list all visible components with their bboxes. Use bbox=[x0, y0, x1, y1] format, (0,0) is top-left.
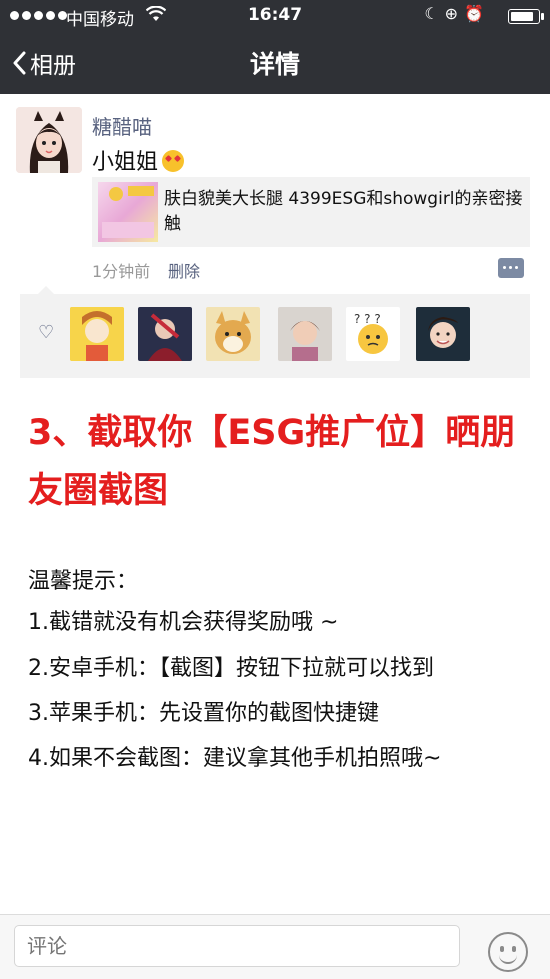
instruction-headline: 3、截取你【ESG推广位】晒朋友圈截图 bbox=[28, 413, 516, 511]
moon-icon: ☾ bbox=[424, 4, 445, 23]
post-username[interactable]: 糖醋喵 bbox=[92, 111, 152, 140]
heart-eyes-emoji-icon bbox=[162, 150, 185, 172]
battery-fill bbox=[511, 12, 533, 21]
avatar[interactable] bbox=[16, 107, 82, 173]
like-avatar-4[interactable] bbox=[278, 307, 332, 361]
delete-button[interactable]: 删除 bbox=[168, 258, 200, 282]
comment-bar bbox=[0, 914, 550, 979]
shared-link-card[interactable]: 肤白貌美大长腿 4399ESG和showgirl的亲密接触 bbox=[92, 177, 530, 247]
like-avatar-1[interactable] bbox=[70, 307, 124, 361]
post-time: 1分钟前 bbox=[92, 262, 151, 281]
post-text: 小姐姐 bbox=[92, 144, 185, 176]
like-avatar-3[interactable] bbox=[206, 307, 260, 361]
rotation-lock-icon: ⊕ bbox=[444, 4, 465, 23]
status-icons: ☾⊕⏰ bbox=[424, 4, 490, 23]
status-bar: 中国移动 16:47 ☾⊕⏰ bbox=[0, 0, 550, 32]
tip-item: 4.如果不会截图：建议拿其他手机拍照哦~ bbox=[28, 746, 442, 771]
emoji-icon[interactable] bbox=[488, 932, 528, 972]
tip-item: 1.截错就没有机会获得奖励哦 ~ bbox=[28, 610, 339, 635]
link-title: 肤白貌美大长腿 4399ESG和showgirl的亲密接触 bbox=[164, 189, 523, 234]
heart-icon: ♡ bbox=[38, 322, 55, 343]
post-text-content: 小姐姐 bbox=[92, 150, 159, 175]
nav-bar: 相册 详情 bbox=[0, 32, 550, 94]
alarm-icon: ⏰ bbox=[464, 4, 490, 23]
link-thumbnail bbox=[98, 182, 158, 242]
comment-input[interactable] bbox=[14, 925, 460, 967]
comment-more-button[interactable] bbox=[498, 258, 524, 278]
like-avatar-5[interactable]: ? ? ? bbox=[346, 307, 400, 361]
tips-title: 温馨提示： bbox=[28, 569, 139, 594]
like-avatar-6[interactable] bbox=[416, 307, 470, 361]
battery-icon bbox=[508, 9, 544, 24]
likes-panel: ♡ ? ? ? bbox=[20, 286, 530, 378]
like-avatar-2[interactable] bbox=[138, 307, 192, 361]
tip-item: 3.苹果手机：先设置你的截图快捷键 bbox=[28, 701, 379, 726]
top-bar: 中国移动 16:47 ☾⊕⏰ 相册 详情 bbox=[0, 0, 550, 94]
page-title: 详情 bbox=[249, 50, 300, 79]
tip-item: 2.安卓手机：【截图】按钮下拉就可以找到 bbox=[28, 656, 434, 681]
svg-text:? ? ?: ? ? ? bbox=[354, 312, 381, 326]
